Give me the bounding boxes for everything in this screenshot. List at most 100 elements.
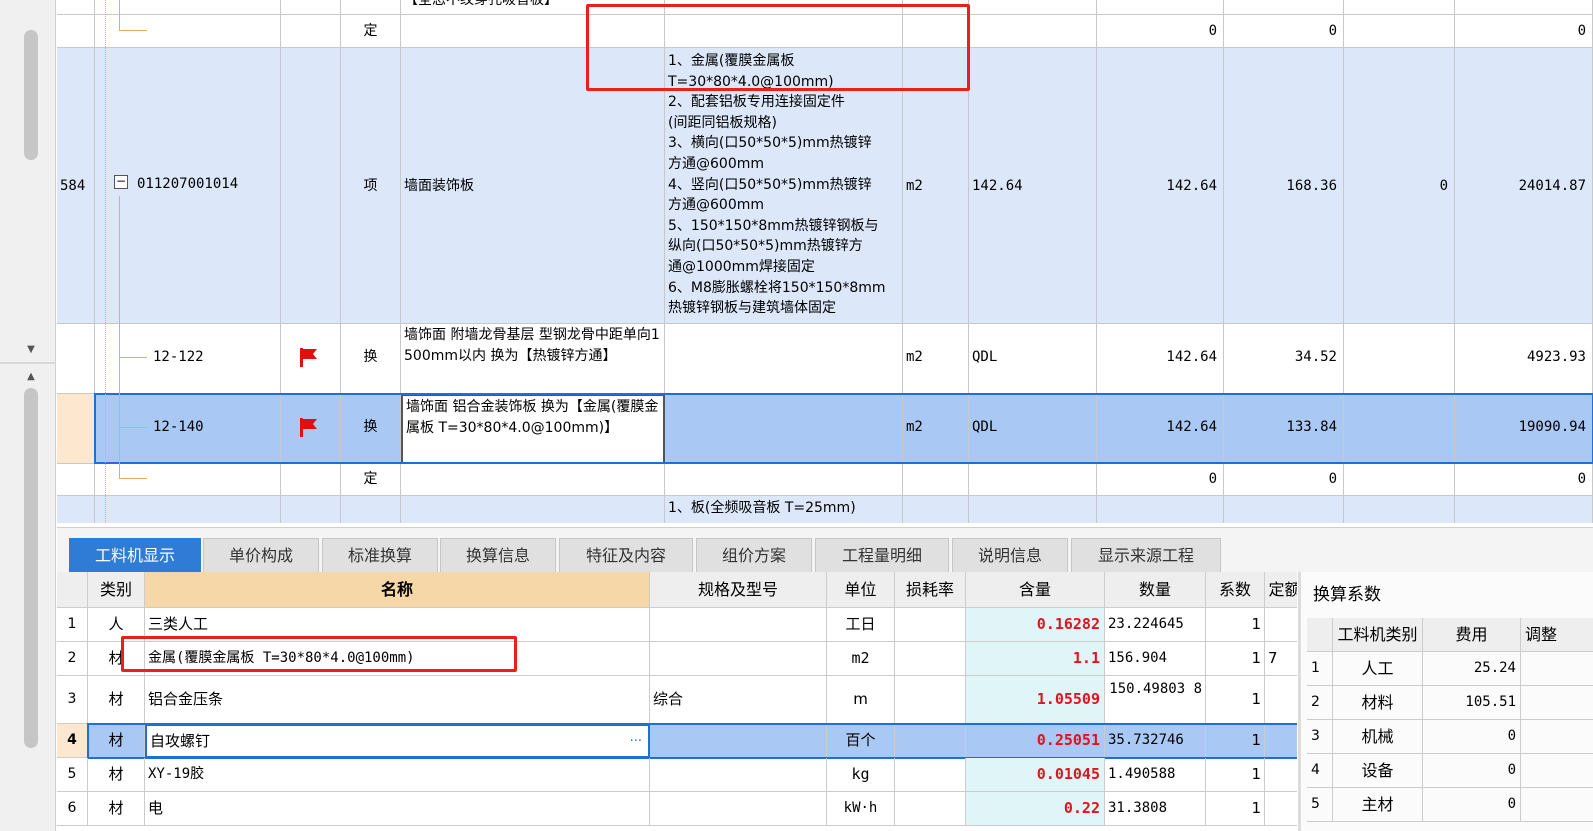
content-cell[interactable]: 0.01045 [966, 758, 1105, 792]
spec-cell[interactable] [650, 608, 827, 642]
code-cell[interactable]: 12-140 [95, 394, 281, 464]
name-cell-editing[interactable]: 自攻螺钉 ··· [145, 724, 650, 758]
loss-cell[interactable] [895, 758, 966, 792]
quota-cell: 7 [1265, 642, 1297, 676]
header-spec[interactable]: 规格及型号 [650, 572, 827, 608]
c9-cell: 0 [1344, 48, 1455, 324]
category-cell[interactable]: 材 [88, 724, 145, 758]
adjust-cell[interactable] [1521, 754, 1593, 788]
feature-cell[interactable] [665, 324, 903, 394]
flag-icon[interactable] [297, 346, 319, 368]
coefficient-cell[interactable]: 1 [1206, 758, 1265, 792]
qty-cell: 142.64 [1097, 48, 1224, 324]
more-icon[interactable]: ··· [630, 726, 642, 756]
price-cell: 133.84 [1224, 394, 1344, 464]
coefficient-cell[interactable]: 1 [1206, 642, 1265, 676]
name-cell[interactable] [401, 464, 665, 496]
name-cell[interactable]: 墙饰面 附墙龙骨基层 型钢龙骨中距单向1500mm以内 换为【热镀锌方通】 [401, 324, 665, 394]
category-cell[interactable]: 材 [88, 758, 145, 792]
coefficient-cell[interactable]: 1 [1206, 608, 1265, 642]
tab-material-display[interactable]: 工料机显示 [69, 538, 201, 572]
content-cell[interactable]: 0.22 [966, 792, 1105, 826]
c9-cell [1344, 15, 1455, 48]
header-fee[interactable]: 费用 [1423, 618, 1521, 652]
loss-cell[interactable] [895, 642, 966, 676]
expand-minus-icon[interactable]: − [114, 175, 128, 189]
lower-scrollbar-thumb[interactable] [24, 388, 38, 748]
name-cell[interactable]: 铝合金压条 [145, 676, 650, 724]
header-unit[interactable]: 单位 [827, 572, 895, 608]
header-coefficient[interactable]: 系数 [1206, 572, 1265, 608]
tab-quantity-detail[interactable]: 工程量明细 [815, 538, 949, 572]
header-category[interactable]: 类别 [88, 572, 145, 608]
scroll-down-arrow[interactable]: ▼ [22, 343, 40, 357]
total-cell: 24014.87 [1455, 48, 1593, 324]
header-loss-rate[interactable]: 损耗率 [895, 572, 966, 608]
expr-cell[interactable]: QDL [969, 394, 1097, 464]
coefficient-cell[interactable]: 1 [1206, 676, 1265, 724]
upper-scrollbar-thumb[interactable] [24, 30, 38, 160]
fee-cell: 0 [1423, 720, 1521, 754]
spec-cell[interactable] [650, 792, 827, 826]
header-quota[interactable]: 定额 [1265, 572, 1297, 608]
adjust-cell[interactable] [1521, 720, 1593, 754]
coefficient-cell[interactable]: 1 [1206, 724, 1265, 758]
content-cell[interactable]: 0.25051 [966, 724, 1105, 758]
row-number: 1 [1307, 652, 1333, 686]
spec-cell[interactable] [650, 642, 827, 676]
header-content[interactable]: 含量 [966, 572, 1105, 608]
adjust-cell[interactable] [1521, 686, 1593, 720]
loss-cell[interactable] [895, 724, 966, 758]
feature-cell[interactable] [665, 464, 903, 496]
name-cell[interactable]: XY-19胶 [145, 758, 650, 792]
tab-standard-conversion[interactable]: 标准换算 [322, 538, 438, 572]
scroll-up-arrow[interactable]: ▲ [22, 370, 40, 384]
category-cell[interactable]: 材 [88, 792, 145, 826]
expr-cell[interactable]: QDL [969, 324, 1097, 394]
unit-cell: m2 [903, 324, 969, 394]
flag-icon[interactable] [297, 416, 319, 438]
name-cell-editing[interactable]: 墙饰面 铝合金装饰板 换为【金属(覆膜金属板 T=30*80*4.0@100mm… [401, 394, 665, 464]
feature-cell[interactable] [665, 394, 903, 464]
header-quantity[interactable]: 数量 [1105, 572, 1206, 608]
tree-guide [119, 357, 147, 358]
tab-features[interactable]: 特征及内容 [559, 538, 693, 572]
header-category[interactable]: 工料机类别 [1333, 618, 1423, 652]
price-cell: 0 [1224, 464, 1344, 496]
panel-title: 换算系数 [1313, 585, 1381, 605]
spec-cell[interactable]: 综合 [650, 676, 827, 724]
c9-cell [1344, 496, 1455, 523]
category-cell[interactable]: 材 [88, 676, 145, 724]
spec-cell[interactable] [650, 758, 827, 792]
adjust-cell[interactable] [1521, 652, 1593, 686]
tab-description[interactable]: 说明信息 [952, 538, 1068, 572]
tab-source-project[interactable]: 显示来源工程 [1071, 538, 1221, 572]
feature-line: 5、150*150*8mm热镀锌钢板与 [668, 217, 879, 234]
content-cell[interactable]: 1.05509 [966, 676, 1105, 724]
split-divider[interactable] [0, 362, 56, 364]
feature-cell[interactable]: 1、板(全频吸音板 T=25mm) [665, 496, 903, 523]
loss-cell[interactable] [895, 608, 966, 642]
adjust-cell[interactable] [1521, 788, 1593, 822]
loss-cell[interactable] [895, 792, 966, 826]
content-cell[interactable]: 0.16282 [966, 608, 1105, 642]
quantity-cell: 156.904 [1105, 642, 1206, 676]
code-cell[interactable]: 12-122 [95, 324, 281, 394]
tab-conversion-info[interactable]: 换算信息 [440, 538, 556, 572]
row-number: 3 [57, 676, 88, 724]
content-cell[interactable]: 1.1 [966, 642, 1105, 676]
unit-cell: 百个 [827, 724, 895, 758]
name-cell[interactable]: 电 [145, 792, 650, 826]
unit-cell: kW·h [827, 792, 895, 826]
tab-unit-price[interactable]: 单价构成 [203, 538, 319, 572]
spec-cell[interactable] [650, 724, 827, 758]
header-adjust[interactable]: 调整 [1521, 618, 1593, 652]
expr-cell[interactable]: 142.64 [969, 48, 1097, 324]
loss-cell[interactable] [895, 676, 966, 724]
tab-pricing-scheme[interactable]: 组价方案 [696, 538, 812, 572]
code-cell[interactable]: − 011207001014 [95, 48, 281, 324]
unit-cell: m2 [903, 394, 969, 464]
row-number: 5 [1307, 788, 1333, 822]
header-name[interactable]: 名称 [145, 572, 650, 608]
coefficient-cell[interactable]: 1 [1206, 792, 1265, 826]
